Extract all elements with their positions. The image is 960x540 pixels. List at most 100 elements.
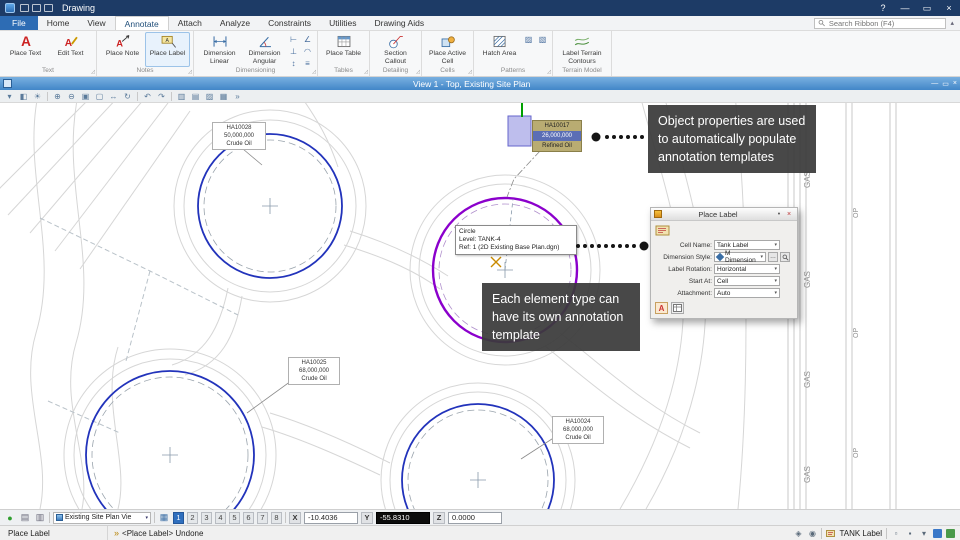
view-toggle-3[interactable]: 3 <box>201 512 212 524</box>
tab-drawing-aids[interactable]: Drawing Aids <box>365 16 433 30</box>
view-attributes-icon[interactable]: ▾ <box>3 91 16 102</box>
view-maximize-icon[interactable]: ▭ <box>942 80 949 88</box>
drawing-viewport[interactable]: GAS GAS GAS GAS OP OP OP <box>0 103 960 509</box>
app-icon[interactable] <box>5 3 15 13</box>
copy-view-icon[interactable]: ▥ <box>175 91 188 102</box>
status-icon-green[interactable] <box>946 529 955 538</box>
dimension-style-select[interactable]: M Dimension ▾ <box>714 252 766 262</box>
dimension-tool-icon[interactable]: ⊥ <box>287 46 300 57</box>
label-rotation-select[interactable]: Horizontal ▾ <box>714 264 780 274</box>
dialog-titlebar[interactable]: Place Label • × <box>651 208 797 221</box>
view-toggle-7[interactable]: 7 <box>257 512 268 524</box>
dimension-angular-button[interactable]: Dimension Angular <box>242 32 287 67</box>
display-style-icon[interactable]: ◧ <box>17 91 30 102</box>
dialog-launcher-icon[interactable]: ◿ <box>364 69 368 75</box>
tank-label-ha10017[interactable]: HA10017 26,000,000 Refined Oil <box>532 120 582 152</box>
ribbon-search[interactable] <box>814 18 946 29</box>
selection-set-icon[interactable]: ▫ <box>891 529 901 538</box>
tab-utilities[interactable]: Utilities <box>320 16 365 30</box>
pin-icon[interactable]: • <box>774 209 784 219</box>
tab-view[interactable]: View <box>78 16 114 30</box>
dimension-linear-button[interactable]: Dimension Linear <box>197 32 242 67</box>
dimension-tool-icon[interactable]: ◠ <box>301 46 314 57</box>
dialog-launcher-icon[interactable]: ◿ <box>312 69 316 75</box>
undo-icon[interactable] <box>32 4 41 12</box>
redo-icon[interactable] <box>44 4 53 12</box>
print-icon[interactable]: ▥ <box>34 512 46 524</box>
snap-mode-icon[interactable]: ◈ <box>793 529 803 538</box>
z-coordinate-field[interactable]: 0.0000 <box>448 512 502 524</box>
attachment-select[interactable]: Auto ▾ <box>714 288 780 298</box>
place-label-dialog[interactable]: Place Label • × Cell Name: Tank Label ▾ … <box>650 207 798 319</box>
window-area-icon[interactable]: ▢ <box>93 91 106 102</box>
maximize-icon[interactable]: ▭ <box>916 0 938 16</box>
label-style-icon[interactable] <box>655 224 671 237</box>
tank-circle-ha10024[interactable] <box>402 404 554 509</box>
dialog-launcher-icon[interactable]: ◿ <box>91 69 95 75</box>
tab-annotate[interactable]: Annotate <box>115 16 169 30</box>
tank-label-ha10024[interactable]: HA10024 68,000,000 Crude Oil <box>552 416 604 444</box>
pan-view-icon[interactable]: ↔ <box>107 91 120 102</box>
text-style-toggle[interactable]: A <box>655 302 668 314</box>
table-toggle[interactable] <box>671 302 684 314</box>
place-note-button[interactable]: A Place Note <box>100 32 145 67</box>
dialog-launcher-icon[interactable]: ◿ <box>468 69 472 75</box>
pattern-tool-icon[interactable]: ▧ <box>536 34 549 45</box>
view-minimize-icon[interactable]: — <box>931 80 938 88</box>
view-close-icon[interactable]: × <box>953 80 957 88</box>
tank-label-ha10025[interactable]: HA10025 68,000,000 Crude Oil <box>288 357 340 385</box>
clip-mask-icon[interactable]: ▨ <box>203 91 216 102</box>
cell-name-select[interactable]: Tank Label ▾ <box>714 240 780 250</box>
place-label-button[interactable]: A Place Label <box>145 32 190 67</box>
y-coordinate-field[interactable]: -55.8310 <box>376 512 430 524</box>
place-table-button[interactable]: Place Table <box>321 32 366 67</box>
close-icon[interactable]: × <box>938 0 960 16</box>
save-icon[interactable] <box>20 4 29 12</box>
view-toggle-5[interactable]: 5 <box>229 512 240 524</box>
dimension-tool-icon[interactable]: ∠ <box>301 34 314 45</box>
start-at-select[interactable]: Cell ▾ <box>714 276 780 286</box>
tank-label-ha10028[interactable]: HA10028 50,000,000 Crude Oil <box>212 122 266 150</box>
more-status-icon[interactable]: ▾ <box>919 529 929 538</box>
hatch-area-button[interactable]: Hatch Area <box>477 32 522 67</box>
view-toggle-4[interactable]: 4 <box>215 512 226 524</box>
saved-views-icon[interactable]: ▦ <box>217 91 230 102</box>
pattern-tool-icon[interactable]: ▨ <box>522 34 535 45</box>
view-toggle-6[interactable]: 6 <box>243 512 254 524</box>
collapse-ribbon-icon[interactable]: ▴ <box>950 19 954 27</box>
view-toggle-2[interactable]: 2 <box>187 512 198 524</box>
tab-constraints[interactable]: Constraints <box>259 16 320 30</box>
place-active-cell-button[interactable]: Place Active Cell <box>425 32 470 67</box>
tank-circle-ha10025[interactable] <box>86 371 254 509</box>
dimension-tool-icon[interactable]: ⊢ <box>287 34 300 45</box>
label-terrain-contours-button[interactable]: Label Terrain Contours <box>556 32 608 67</box>
view-previous-icon[interactable]: ↶ <box>141 91 154 102</box>
place-text-button[interactable]: A Place Text <box>3 32 48 67</box>
fence-mode-icon[interactable]: ▪ <box>905 529 915 538</box>
tab-analyze[interactable]: Analyze <box>211 16 259 30</box>
dialog-launcher-icon[interactable]: ◿ <box>547 69 551 75</box>
zoom-in-icon[interactable]: ⊕ <box>51 91 64 102</box>
dialog-launcher-icon[interactable]: ◿ <box>188 69 192 75</box>
x-coordinate-field[interactable]: -10.4036 <box>304 512 358 524</box>
dimension-style-browse-button[interactable]: … <box>768 252 778 262</box>
tab-home[interactable]: Home <box>38 16 79 30</box>
view-toggle-1[interactable]: 1 <box>173 512 184 524</box>
status-icon-blue[interactable] <box>933 529 942 538</box>
tab-file[interactable]: File <box>0 16 38 30</box>
tab-attach[interactable]: Attach <box>169 16 211 30</box>
zoom-out-icon[interactable]: ⊖ <box>65 91 78 102</box>
view-toggle-8[interactable]: 8 <box>271 512 282 524</box>
dimension-style-preview-button[interactable] <box>780 252 790 262</box>
search-input[interactable] <box>829 19 943 28</box>
dialog-launcher-icon[interactable]: ◿ <box>416 69 420 75</box>
explorer-icon[interactable]: ● <box>4 512 16 524</box>
more-view-tools-icon[interactable]: » <box>231 91 244 102</box>
view-titlebar[interactable]: View 1 - Top, Existing Site Plan — ▭ × <box>0 77 960 90</box>
section-callout-button[interactable]: Section Callout <box>373 32 418 67</box>
edit-text-button[interactable]: A Edit Text <box>48 32 93 67</box>
adjust-view-icon[interactable]: ☀ <box>31 91 44 102</box>
help-icon[interactable]: ? <box>872 0 894 16</box>
locks-icon[interactable]: ◉ <box>807 529 817 538</box>
view-next-icon[interactable]: ↷ <box>155 91 168 102</box>
